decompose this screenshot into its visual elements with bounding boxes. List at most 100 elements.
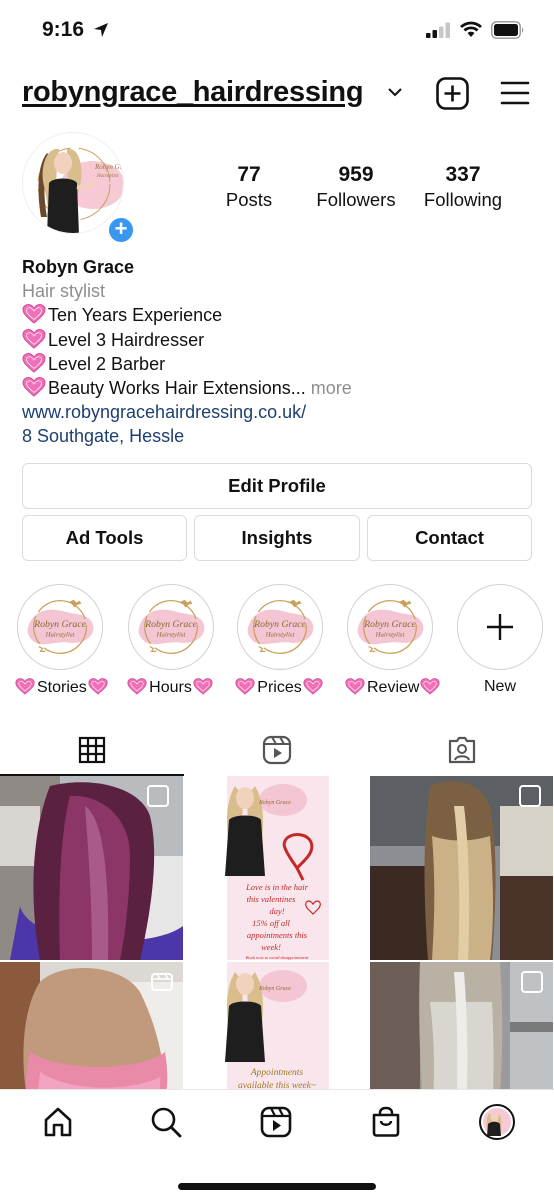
new-highlight-button[interactable]: New [455, 584, 545, 696]
post-thumbnail[interactable] [0, 962, 183, 1089]
svg-text:appointments this: appointments this [247, 930, 308, 940]
chevron-down-icon[interactable] [387, 86, 403, 98]
search-icon[interactable] [150, 1106, 182, 1138]
shop-icon[interactable] [370, 1106, 402, 1138]
posts-count[interactable]: 77 Posts [194, 163, 304, 211]
profile-bio: Robyn Grace Hair stylist Ten Years Exper… [22, 255, 542, 449]
svg-text:available this week~: available this week~ [238, 1081, 316, 1089]
ad-tools-button[interactable]: Ad Tools [22, 515, 187, 561]
bio-line: Level 3 Hairdresser [22, 328, 542, 352]
pink-heart-icon [15, 678, 35, 695]
profile-avatar[interactable]: Robyn Grace Hairstylist + [22, 132, 136, 245]
pink-heart-icon [345, 678, 365, 695]
pink-heart-icon [127, 678, 147, 695]
highlight-hours[interactable]: Robyn Grace Hairstylist Hours [126, 584, 216, 697]
hamburger-menu-icon[interactable] [500, 80, 530, 106]
svg-text:Hairstylist: Hairstylist [265, 632, 296, 639]
bio-line: Ten Years Experience [22, 303, 542, 327]
svg-text:Hairstylist: Hairstylist [156, 632, 187, 639]
highlight-label: Hours [126, 678, 216, 697]
followers-count[interactable]: 959 Followers [301, 163, 411, 211]
tagged-person-icon [448, 736, 476, 764]
followers-count-label: Followers [316, 189, 396, 210]
following-count[interactable]: 337 Following [408, 163, 518, 211]
avatar [483, 1108, 511, 1136]
highlight-cover-image: Robyn Grace Hairstylist [241, 588, 319, 666]
svg-text:Robyn Grace: Robyn Grace [253, 619, 306, 630]
highlight-review[interactable]: Robyn Grace Hairstylist Review [345, 584, 435, 697]
contact-button[interactable]: Contact [367, 515, 532, 561]
highlight-prices[interactable]: Robyn Grace Hairstylist Prices [235, 584, 325, 697]
pink-heart-icon [22, 329, 46, 349]
svg-text:Robyn Grace: Robyn Grace [33, 619, 86, 630]
bio-line: Level 2 Barber [22, 352, 542, 376]
status-bar: 9:16 [0, 0, 554, 62]
website-link[interactable]: www.robyngracehairdressing.co.uk/ [22, 400, 542, 424]
tab-posts-grid[interactable] [0, 724, 184, 776]
post-thumbnail[interactable] [370, 962, 553, 1089]
svg-text:this valentines: this valentines [247, 894, 297, 904]
profile-category: Hair stylist [22, 281, 106, 302]
pink-heart-icon [303, 678, 323, 695]
followers-count-value: 959 [338, 163, 374, 186]
profile-username[interactable]: robyngrace_hairdressing [22, 76, 364, 109]
highlight-cover-image: Robyn Grace Hairstylist [351, 588, 429, 666]
highlight-cover-image: Robyn Grace Hairstylist [21, 588, 99, 666]
tab-tagged[interactable] [370, 724, 554, 776]
grid-icon [78, 736, 106, 764]
posts-count-value: 77 [237, 163, 261, 186]
location-arrow-icon [94, 23, 108, 37]
svg-text:Robyn Grace: Robyn Grace [258, 986, 291, 992]
tab-reels[interactable] [185, 724, 369, 776]
post-thumbnail[interactable] [370, 776, 553, 960]
highlight-label: Stories [15, 678, 105, 697]
svg-text:week!: week! [261, 942, 281, 952]
reels-icon [262, 735, 292, 765]
svg-text:Book now to avoid disappointme: Book now to avoid disappointment [246, 955, 309, 960]
bio-more-link[interactable]: more [311, 378, 352, 398]
posts-grid: Robyn Grace Love is in the hair this val… [0, 776, 554, 1089]
reels-icon[interactable] [260, 1106, 292, 1138]
profile-name: Robyn Grace [22, 257, 135, 277]
following-count-value: 337 [445, 163, 481, 186]
profile-tab-avatar[interactable] [479, 1104, 515, 1140]
highlight-label: Prices [235, 678, 325, 697]
svg-text:Appointments: Appointments [250, 1068, 304, 1078]
posts-count-label: Posts [225, 189, 273, 210]
profile-content-tabs [0, 724, 554, 776]
profile-header: robyngrace_hairdressing [0, 70, 554, 118]
home-indicator [178, 1183, 376, 1190]
post-thumbnail[interactable]: Robyn Grace Appointments available this … [185, 962, 368, 1089]
pink-heart-icon [420, 678, 440, 695]
svg-text:Hairstylist: Hairstylist [96, 174, 119, 179]
pink-heart-icon [88, 678, 108, 695]
svg-text:day!: day! [269, 906, 284, 916]
svg-text:Robyn Grace: Robyn Grace [144, 619, 197, 630]
edit-profile-button[interactable]: Edit Profile [22, 463, 532, 509]
status-time: 9:16 [42, 18, 85, 41]
post-thumbnail[interactable] [0, 776, 183, 960]
svg-text:Robyn Grace: Robyn Grace [363, 619, 416, 630]
bio-line: Beauty Works Hair Extensions... more [22, 376, 542, 400]
add-story-icon[interactable]: + [106, 215, 136, 245]
pink-heart-icon [235, 678, 255, 695]
highlight-label: Review [345, 678, 435, 697]
following-count-label: Following [423, 189, 503, 210]
avatar-image: Robyn Grace Hairstylist [22, 132, 124, 234]
svg-text:15% off all: 15% off all [252, 918, 290, 928]
home-icon[interactable] [42, 1106, 74, 1138]
battery-icon [491, 21, 524, 39]
highlight-stories[interactable]: Robyn Grace Hairstylist Stories [15, 584, 105, 697]
svg-text:Robyn Grace: Robyn Grace [94, 163, 124, 171]
svg-text:Hairstylist: Hairstylist [375, 632, 406, 639]
create-post-icon[interactable] [436, 77, 469, 110]
post-thumbnail[interactable]: Robyn Grace Love is in the hair this val… [185, 776, 368, 960]
insights-button[interactable]: Insights [194, 515, 360, 561]
cellular-signal-icon [426, 22, 450, 38]
location-link[interactable]: 8 Southgate, Hessle [22, 424, 542, 448]
svg-text:Hairstylist: Hairstylist [45, 632, 76, 639]
wifi-icon [460, 21, 482, 37]
pink-heart-icon [193, 678, 213, 695]
pink-heart-icon [22, 377, 46, 397]
highlight-cover-image: Robyn Grace Hairstylist [132, 588, 210, 666]
